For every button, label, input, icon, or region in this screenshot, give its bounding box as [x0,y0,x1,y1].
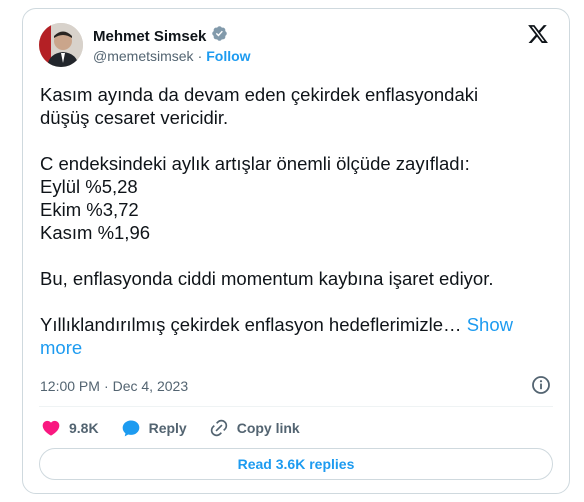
tweet-time: 12:00 PM [40,378,100,394]
like-count: 9.8K [69,420,99,436]
separator-dot: · [197,48,203,64]
author-name-row: Mehmet Simsek [93,25,228,47]
author-handle-row: @memetsimsek · Follow [93,48,251,64]
reply-button[interactable]: Reply [121,418,187,438]
tweet-line: Ekim %3,72 [40,199,139,220]
reply-label: Reply [148,420,187,436]
tweet-card: Mehmet Simsek @memetsimsek · Follow Kası… [22,8,570,494]
divider [39,406,553,407]
link-icon [209,418,229,438]
tweet-line: Kasım ayında da devam eden çekirdek enfl… [40,84,479,105]
x-logo-icon[interactable] [527,23,549,45]
tweet-timestamp[interactable]: 12:00 PM · Dec 4, 2023 [40,378,188,394]
tweet-line: Kasım %1,96 [40,222,151,243]
action-bar: 9.8K Reply Copy link [41,418,322,438]
reply-bubble-icon [121,418,141,438]
tweet-line: düşüş cesaret vericidir. [40,107,229,128]
show-more-link[interactable]: Show [467,314,513,335]
tweet-line: Eylül %5,28 [40,176,138,197]
follow-button[interactable]: Follow [206,48,250,64]
show-more-link-continued[interactable]: more [40,337,82,358]
copy-link-button[interactable]: Copy link [209,418,300,438]
copy-link-label: Copy link [236,420,300,436]
separator-dot: · [103,378,109,394]
verified-badge-icon [211,25,228,47]
truncated-text: Yıllıklandırılmış çekirdek enflasyon hed… [40,314,462,335]
tweet-date: Dec 4, 2023 [112,378,189,394]
tweet-text: Kasım ayında da devam eden çekirdek enfl… [40,83,550,359]
heart-icon [41,418,61,438]
tweet-truncated-line: Yıllıklandırılmış çekirdek enflasyon hed… [40,313,550,336]
info-icon[interactable] [531,375,551,395]
read-replies-button[interactable]: Read 3.6K replies [39,448,553,480]
tweet-line: C endeksindeki aylık artışlar önemli ölç… [40,153,470,174]
tweet-line: Bu, enflasyonda ciddi momentum kaybına i… [40,268,494,289]
like-button[interactable]: 9.8K [41,418,99,438]
author-handle[interactable]: @memetsimsek [93,48,194,64]
author-name[interactable]: Mehmet Simsek [93,28,206,45]
avatar[interactable] [39,23,83,67]
